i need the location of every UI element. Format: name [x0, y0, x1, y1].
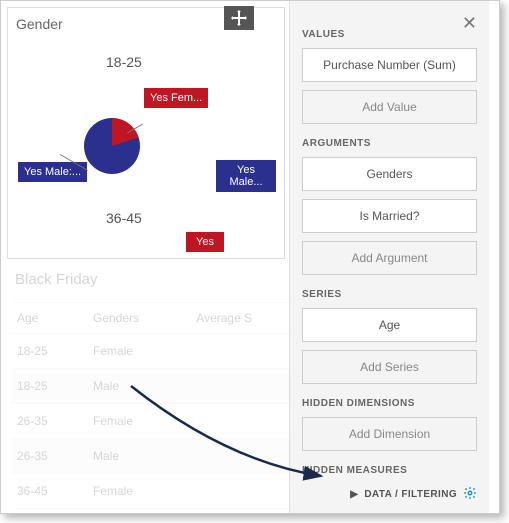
age-label-36-45: 36-45 [106, 210, 142, 226]
chart-canvas: 18-25 Yes Fem... Yes Male:... 36-45 Yes … [16, 32, 276, 252]
pie-label-female: Yes Fem... [144, 88, 208, 108]
table-row: 18-25Female$7 [11, 334, 311, 369]
add-value-button[interactable]: Add Value [302, 90, 477, 124]
table-row: 26-35Male$9 [11, 439, 311, 474]
close-icon[interactable]: ✕ [462, 13, 477, 34]
section-hidden-dimensions: HIDDEN DIMENSIONS [302, 398, 477, 409]
data-table-widget: Black Friday Age Genders Average S 18-25… [1, 259, 321, 514]
move-icon[interactable] [224, 6, 254, 30]
table-row: 36-45Female$8 [11, 474, 311, 509]
section-series: SERIES [302, 289, 477, 300]
value-item[interactable]: Purchase Number (Sum) [302, 48, 477, 82]
settings-panel: ✕ VALUES Purchase Number (Sum) Add Value… [289, 1, 489, 514]
gear-icon[interactable] [463, 486, 477, 503]
table-row: 18-25Male$9 [11, 369, 311, 404]
table-row: 26-35Female$8 [11, 404, 311, 439]
add-argument-button[interactable]: Add Argument [302, 241, 477, 275]
section-arguments: ARGUMENTS [302, 138, 477, 149]
pie-label-male-2: Yes Male... [216, 160, 276, 192]
pie-label-yes: Yes [186, 232, 224, 252]
age-label-18-25: 18-25 [106, 54, 142, 70]
data-filtering-label: DATA / FILTERING [364, 489, 457, 500]
col-gender: Genders [87, 303, 190, 334]
section-values: VALUES [302, 29, 477, 40]
table-title: Black Friday [11, 259, 311, 303]
argument-item-genders[interactable]: Genders [302, 157, 477, 191]
chart-widget[interactable]: Gender 18-25 Yes Fem... Yes Male:... 36-… [7, 7, 285, 259]
series-item-age[interactable]: Age [302, 308, 477, 342]
section-hidden-measures: HIDDEN MEASURES [302, 465, 477, 476]
add-series-button[interactable]: Add Series [302, 350, 477, 384]
pie-chart-18-25 [84, 118, 140, 174]
data-filtering-link[interactable]: ▶ DATA / FILTERING [350, 486, 477, 503]
add-dimension-button[interactable]: Add Dimension [302, 417, 477, 451]
data-table: Age Genders Average S 18-25Female$7 18-2… [11, 303, 311, 509]
col-age: Age [11, 303, 87, 334]
argument-item-married[interactable]: Is Married? [302, 199, 477, 233]
